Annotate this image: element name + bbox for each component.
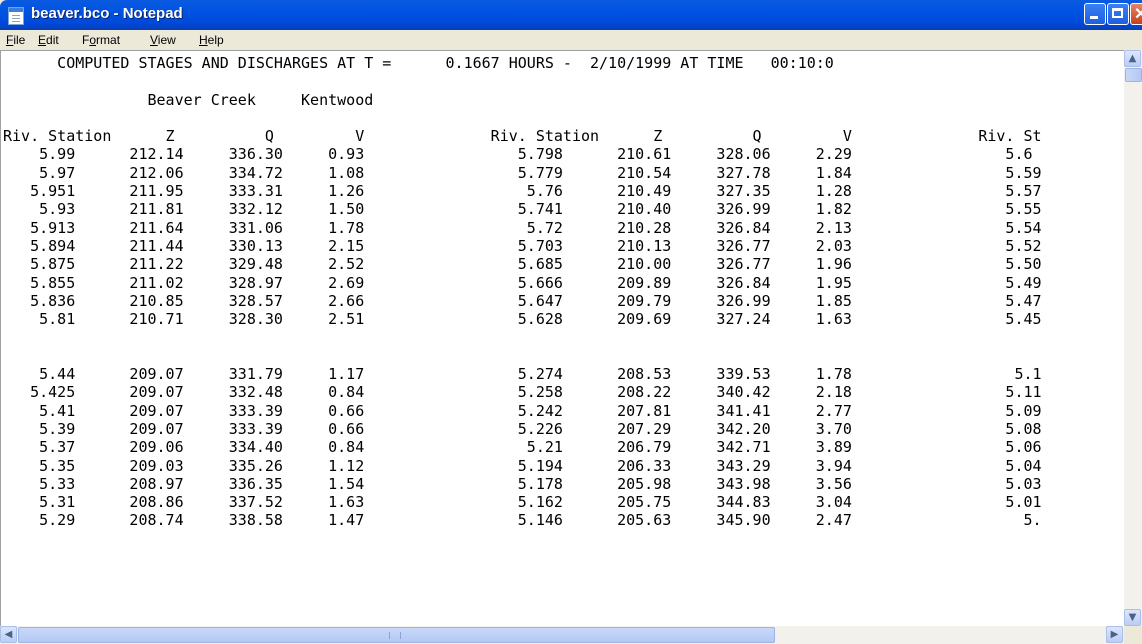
close-button[interactable]: ✕ [1130,3,1142,25]
text-line[interactable]: 5.875 211.22 329.48 2.52 5.685 210.00 32… [3,255,1041,273]
menu-view-mnemonic: V [150,33,158,47]
maximize-button[interactable] [1107,3,1129,25]
text-line[interactable]: 5.29 208.74 338.58 1.47 5.146 205.63 345… [3,511,1041,529]
document-text[interactable]: COMPUTED STAGES AND DISCHARGES AT T = 0.… [3,54,1042,530]
menu-help-mnemonic: H [199,33,208,47]
minimize-icon [1090,16,1098,19]
text-line[interactable]: 5.81 210.71 328.30 2.51 5.628 209.69 327… [3,310,1041,328]
close-icon: ✕ [1134,6,1142,23]
arrow-left-icon: ◀ [4,629,13,640]
menu-edit[interactable]: Edit [38,33,59,47]
scroll-down-button[interactable]: ▼ [1124,609,1141,626]
notepad-icon[interactable] [8,7,24,25]
title-bar[interactable]: beaver.bco - Notepad ✕ [0,0,1142,30]
arrow-up-icon: ▲ [1128,53,1137,64]
arrow-right-icon: ▶ [1110,629,1119,640]
text-line[interactable]: 5.39 209.07 333.39 0.66 5.226 207.29 342… [3,420,1041,438]
horizontal-scroll-thumb[interactable] [18,627,775,643]
resize-grip[interactable] [1124,626,1142,644]
minimize-button[interactable] [1084,3,1106,25]
text-line[interactable]: 5.35 209.03 335.26 1.12 5.194 206.33 343… [3,457,1041,475]
text-line[interactable]: 5.41 209.07 333.39 0.66 5.242 207.81 341… [3,402,1041,420]
text-line[interactable]: Beaver Creek Kentwood [3,91,1042,109]
scroll-up-button[interactable]: ▲ [1124,50,1141,67]
vertical-scrollbar[interactable]: ▲ ▼ [1124,50,1142,626]
text-line[interactable]: 5.894 211.44 330.13 2.15 5.703 210.13 32… [3,237,1041,255]
menu-format-label: rmat [96,33,121,47]
text-line[interactable]: 5.425 209.07 332.48 0.84 5.258 208.22 34… [3,383,1041,401]
menu-file-label: ile [13,33,26,47]
scroll-grip [389,632,401,639]
text-line[interactable]: 5.855 211.02 328.97 2.69 5.666 209.89 32… [3,274,1041,292]
text-line[interactable]: 5.33 208.97 336.35 1.54 5.178 205.98 343… [3,475,1041,493]
window-title: beaver.bco - Notepad [31,5,183,22]
menu-bar: File Edit Format View Help [0,30,1142,50]
menu-format[interactable]: Format [82,33,120,47]
text-line[interactable]: 5.31 208.86 337.52 1.63 5.162 205.75 344… [3,493,1041,511]
maximize-icon [1112,8,1123,18]
scroll-right-button[interactable]: ▶ [1106,626,1123,643]
text-line[interactable]: 5.951 211.95 333.31 1.26 5.76 210.49 327… [3,182,1041,200]
menu-help[interactable]: Help [199,33,224,47]
text-line[interactable] [3,347,1042,365]
text-line[interactable]: COMPUTED STAGES AND DISCHARGES AT T = 0.… [3,54,1042,72]
text-line[interactable]: 5.836 210.85 328.57 2.66 5.647 209.79 32… [3,292,1041,310]
text-line[interactable]: 5.97 212.06 334.72 1.08 5.779 210.54 327… [3,164,1041,182]
text-line[interactable]: 5.44 209.07 331.79 1.17 5.274 208.53 339… [3,365,1041,383]
menu-edit-label: dit [46,33,59,47]
text-editor-area[interactable]: COMPUTED STAGES AND DISCHARGES AT T = 0.… [0,50,1124,626]
arrow-down-icon: ▼ [1128,612,1137,623]
menu-view[interactable]: View [150,33,176,47]
text-line[interactable]: 5.93 211.81 332.12 1.50 5.741 210.40 326… [3,200,1041,218]
scroll-left-button[interactable]: ◀ [0,626,17,643]
text-line[interactable] [3,109,1042,127]
menu-file[interactable]: File [6,33,25,47]
text-line[interactable]: 5.37 209.06 334.40 0.84 5.21 206.79 342.… [3,438,1041,456]
menu-help-label: elp [207,33,224,47]
text-line[interactable]: 5.99 212.14 336.30 0.93 5.798 210.61 328… [3,145,1042,163]
text-line[interactable] [3,72,1042,90]
text-line[interactable]: 5.913 211.64 331.06 1.78 5.72 210.28 326… [3,219,1041,237]
menu-edit-mnemonic: E [38,33,47,47]
text-line[interactable] [3,328,1042,346]
text-line[interactable]: Riv. Station Z Q V Riv. Station Z Q V Ri… [3,127,1042,145]
vertical-scroll-thumb[interactable] [1125,68,1142,82]
menu-view-label: iew [157,33,176,47]
